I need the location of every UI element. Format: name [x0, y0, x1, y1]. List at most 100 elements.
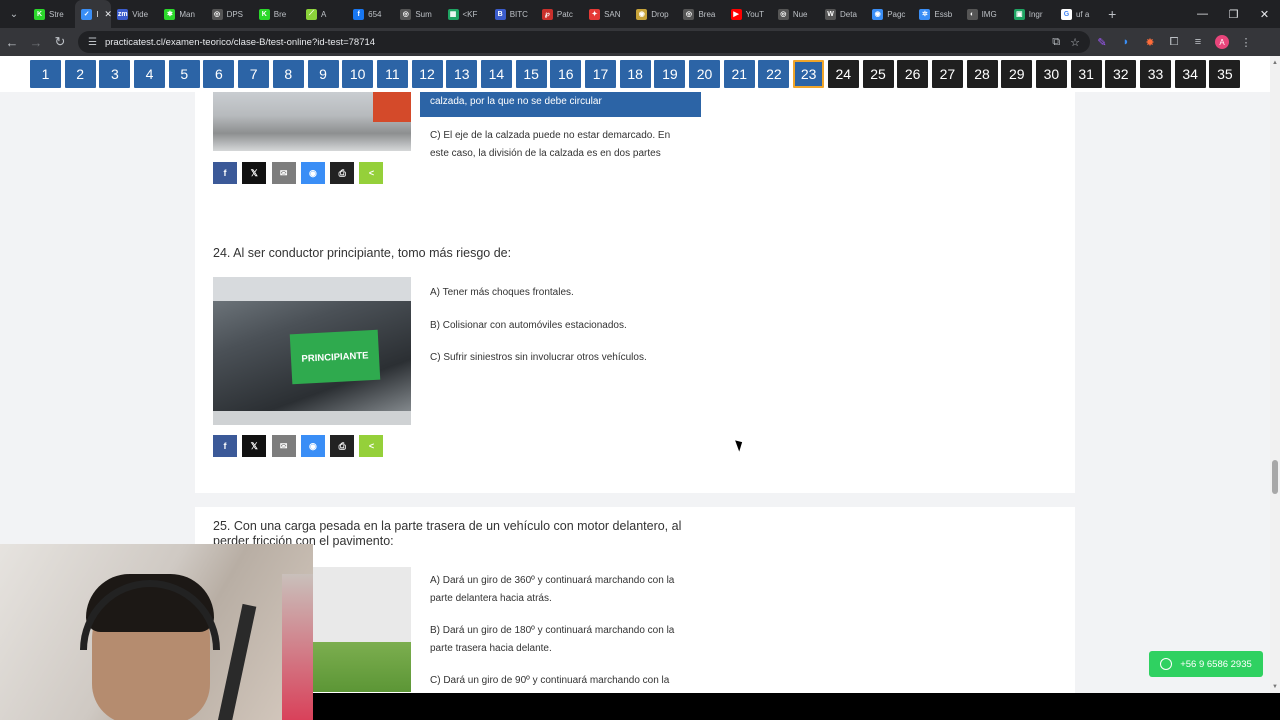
scroll-up-icon[interactable]: ▲ — [1270, 58, 1280, 68]
extensions-puzzle-icon[interactable]: ⧠ — [1162, 30, 1186, 54]
question-nav-button[interactable]: 17 — [585, 60, 616, 88]
question-nav-button[interactable]: 2 — [64, 60, 96, 88]
question-nav-button[interactable]: 12 — [411, 60, 443, 88]
question-nav-button[interactable]: 30 — [1035, 60, 1067, 88]
browser-tab[interactable]: f 654 — [347, 0, 394, 28]
share-icon[interactable]: < — [359, 162, 384, 184]
question-nav-button[interactable]: 34 — [1174, 60, 1206, 88]
restore-icon[interactable]: ❐ — [1218, 0, 1249, 28]
browser-tab[interactable]: ◎ DPS — [206, 0, 253, 28]
question-nav-button[interactable]: 27 — [931, 60, 963, 88]
close-tab-icon[interactable]: ✕ — [104, 9, 111, 20]
browser-tab[interactable]: ◎ Sum — [394, 0, 441, 28]
share-icon[interactable]: < — [359, 435, 384, 457]
question-nav-button[interactable]: 1 — [30, 60, 61, 88]
twitter-x-icon[interactable]: 𝕏 — [242, 162, 267, 184]
browser-tab[interactable]: ✓ I ✕ — [75, 0, 112, 28]
answer-option-c[interactable]: C) Dará un giro de 90º y continuará marc… — [430, 672, 690, 690]
browser-tab[interactable]: Guf a — [1055, 0, 1102, 28]
browser-tab[interactable]: ℘ Patc — [536, 0, 583, 28]
new-tab-icon[interactable]: + — [1108, 6, 1116, 22]
site-info-icon[interactable]: ☰ — [88, 37, 97, 48]
address-bar[interactable]: ☰ practicatest.cl/examen-teorico/clase-B… — [78, 31, 1090, 53]
browser-tab[interactable]: ◎ Nue — [772, 0, 819, 28]
close-window-icon[interactable]: ✕ — [1249, 0, 1280, 28]
browser-tab[interactable]: ✦ SAN — [583, 0, 630, 28]
question-nav-button[interactable]: 19 — [654, 60, 686, 88]
question-nav-button[interactable]: 25 — [862, 60, 894, 88]
print-icon[interactable]: ⎙ — [330, 162, 355, 184]
browser-tab[interactable]: ◉ Pagc — [866, 0, 913, 28]
question-nav-button[interactable]: 23 — [793, 60, 825, 88]
question-nav-button[interactable]: 31 — [1070, 60, 1102, 88]
question-nav-button[interactable]: 26 — [897, 60, 929, 88]
question-nav-button[interactable]: 29 — [1001, 60, 1033, 88]
forward-icon[interactable]: → — [24, 30, 48, 54]
browser-tab[interactable]: ▣ Ingr — [1008, 0, 1055, 28]
extension-icon[interactable]: ◗ — [1114, 30, 1138, 54]
print-icon[interactable]: ⎙ — [330, 435, 355, 457]
scroll-down-icon[interactable]: ▼ — [1270, 682, 1280, 692]
messenger-icon[interactable]: ◉ — [300, 162, 325, 184]
question-nav-button[interactable]: 5 — [168, 60, 200, 88]
facebook-icon[interactable]: f — [213, 162, 237, 184]
browser-tab[interactable]: ◉ Drop — [630, 0, 677, 28]
bookmark-star-icon[interactable]: ☆ — [1070, 36, 1080, 49]
question-nav-button[interactable]: 9 — [307, 60, 339, 88]
question-nav-button[interactable]: 28 — [966, 60, 998, 88]
back-icon[interactable]: ← — [0, 30, 24, 54]
whatsapp-button[interactable]: +56 9 6586 2935 — [1149, 651, 1263, 677]
twitter-x-icon[interactable]: 𝕏 — [242, 435, 267, 457]
email-icon[interactable]: ✉ — [271, 162, 296, 184]
browser-tab[interactable]: ✲ Essb — [913, 0, 960, 28]
more-menu-icon[interactable]: ⋮ — [1234, 30, 1258, 54]
browser-tab[interactable]: ▶ YouT — [725, 0, 772, 28]
question-nav-button[interactable]: 22 — [758, 60, 790, 88]
messenger-icon[interactable]: ◉ — [300, 435, 325, 457]
browser-tab[interactable]: ◎ Brea — [677, 0, 724, 28]
browser-tab[interactable]: K Stre — [28, 0, 75, 28]
answer-option-c[interactable]: C) El eje de la calzada puede no estar d… — [430, 127, 690, 162]
email-icon[interactable]: ✉ — [271, 435, 296, 457]
extension-icon[interactable]: ✸ — [1138, 30, 1162, 54]
question-nav-button[interactable]: 32 — [1105, 60, 1137, 88]
question-nav-button[interactable]: 15 — [515, 60, 547, 88]
question-nav-button[interactable]: 11 — [376, 60, 408, 88]
question-nav-button[interactable]: 3 — [99, 60, 131, 88]
browser-tab[interactable]: ▦ <KF — [442, 0, 489, 28]
extension-icon[interactable]: ✎ — [1090, 30, 1114, 54]
answer-option-b[interactable]: B) Colisionar con automóviles estacionad… — [430, 317, 690, 335]
install-app-icon[interactable]: ⧉ — [1052, 36, 1060, 49]
question-nav-button[interactable]: 18 — [619, 60, 651, 88]
browser-tab[interactable]: W Deta — [819, 0, 866, 28]
question-nav-button[interactable]: 21 — [723, 60, 755, 88]
question-nav-button[interactable]: 20 — [689, 60, 721, 88]
question-nav-button[interactable]: 4 — [134, 60, 166, 88]
question-nav-button[interactable]: 35 — [1209, 60, 1241, 88]
answer-option-a[interactable]: A) Tener más choques frontales. — [430, 284, 690, 302]
browser-tab[interactable]: B BITC — [489, 0, 536, 28]
question-nav-button[interactable]: 13 — [446, 60, 478, 88]
browser-tab[interactable]: ◐ IMG — [961, 0, 1008, 28]
browser-tab[interactable]: K Bre — [253, 0, 300, 28]
question-nav-button[interactable]: 6 — [203, 60, 235, 88]
question-nav-button[interactable]: 10 — [342, 60, 374, 88]
question-nav-button[interactable]: 7 — [238, 60, 270, 88]
selected-answer[interactable]: calzada, por la que no se debe circular — [420, 90, 701, 117]
browser-tab[interactable]: ⟋ A — [300, 0, 347, 28]
browser-tab[interactable]: ✱ Man — [158, 0, 205, 28]
answer-option-b[interactable]: B) Dará un giro de 180º y continuará mar… — [430, 622, 690, 657]
scroll-thumb[interactable] — [1272, 460, 1278, 494]
browser-tab[interactable]: zm Vide — [111, 0, 158, 28]
profile-avatar[interactable]: A — [1210, 30, 1234, 54]
reload-icon[interactable]: ↻ — [48, 30, 72, 54]
page-scrollbar[interactable]: ▲ ▼ — [1270, 56, 1280, 693]
question-nav-button[interactable]: 33 — [1140, 60, 1171, 88]
question-nav-button[interactable]: 14 — [480, 60, 512, 88]
facebook-icon[interactable]: f — [213, 435, 237, 457]
question-nav-button[interactable]: 16 — [550, 60, 582, 88]
tab-search-icon[interactable]: ⌄ — [0, 0, 28, 28]
question-nav-button[interactable]: 24 — [827, 60, 859, 88]
answer-option-c[interactable]: C) Sufrir siniestros sin involucrar otro… — [430, 349, 690, 367]
minimize-icon[interactable]: — — [1187, 0, 1218, 28]
